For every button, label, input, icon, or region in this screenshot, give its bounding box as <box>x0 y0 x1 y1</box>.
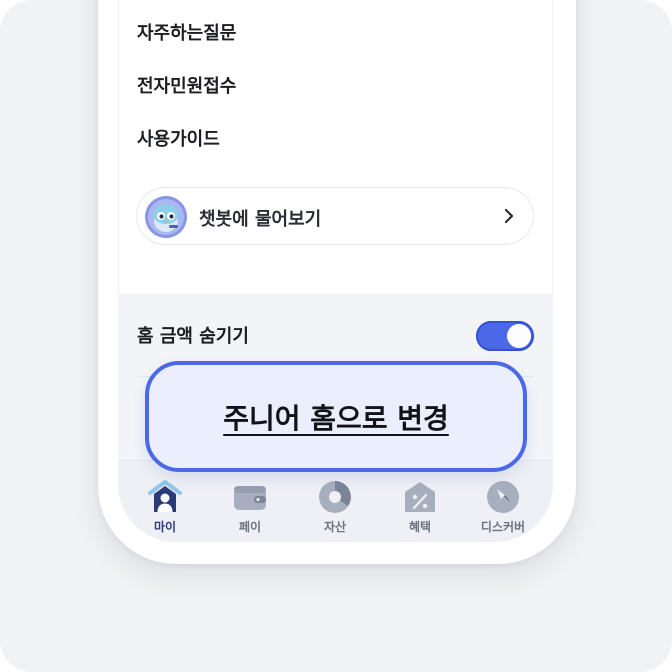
chatbot-button[interactable]: 챗봇에 물어보기 <box>136 187 534 245</box>
chatbot-mascot-icon <box>145 196 187 238</box>
pie-chart-icon <box>317 479 353 515</box>
menu-item-civil-complaint[interactable]: 전자민원접수 <box>137 72 236 98</box>
tab-asset-label: 자산 <box>323 520 347 534</box>
toggle-knob <box>507 324 531 348</box>
menu-item-faq[interactable]: 자주하는질문 <box>137 19 236 45</box>
tab-my[interactable]: 마이 <box>135 479 195 535</box>
wallet-icon <box>232 479 268 515</box>
chatbot-label: 챗봇에 물어보기 <box>199 209 322 230</box>
compass-icon <box>485 479 521 515</box>
canvas-background: 자주하는질문 전자민원접수 사용가이드 챗봇에 물어보기 홈 금액 숨기기 마이… <box>0 0 672 672</box>
bottom-tab-bar: 마이 페이 자산 혜택 디스커버 <box>118 460 553 542</box>
discount-tag-icon <box>402 479 438 515</box>
tab-discover-label: 디스커버 <box>480 520 526 534</box>
tab-pay-label: 페이 <box>238 520 262 534</box>
tab-benefit[interactable]: 혜택 <box>390 479 450 535</box>
hide-amount-toggle[interactable] <box>476 321 534 351</box>
home-person-icon <box>147 479 183 515</box>
phone-frame: 자주하는질문 전자민원접수 사용가이드 챗봇에 물어보기 홈 금액 숨기기 마이… <box>98 0 576 564</box>
hide-amount-label: 홈 금액 숨기기 <box>137 326 249 347</box>
tab-pay[interactable]: 페이 <box>220 479 280 535</box>
menu-item-user-guide[interactable]: 사용가이드 <box>137 125 220 151</box>
tab-benefit-label: 혜택 <box>408 520 432 534</box>
tab-asset[interactable]: 자산 <box>305 479 365 535</box>
tab-discover[interactable]: 디스커버 <box>473 479 533 535</box>
tab-my-label: 마이 <box>153 520 177 534</box>
chevron-right-icon <box>499 206 519 226</box>
junior-home-label: 주니어 홈으로 변경 <box>223 401 449 435</box>
switch-to-junior-home-button[interactable]: 주니어 홈으로 변경 <box>145 361 527 472</box>
